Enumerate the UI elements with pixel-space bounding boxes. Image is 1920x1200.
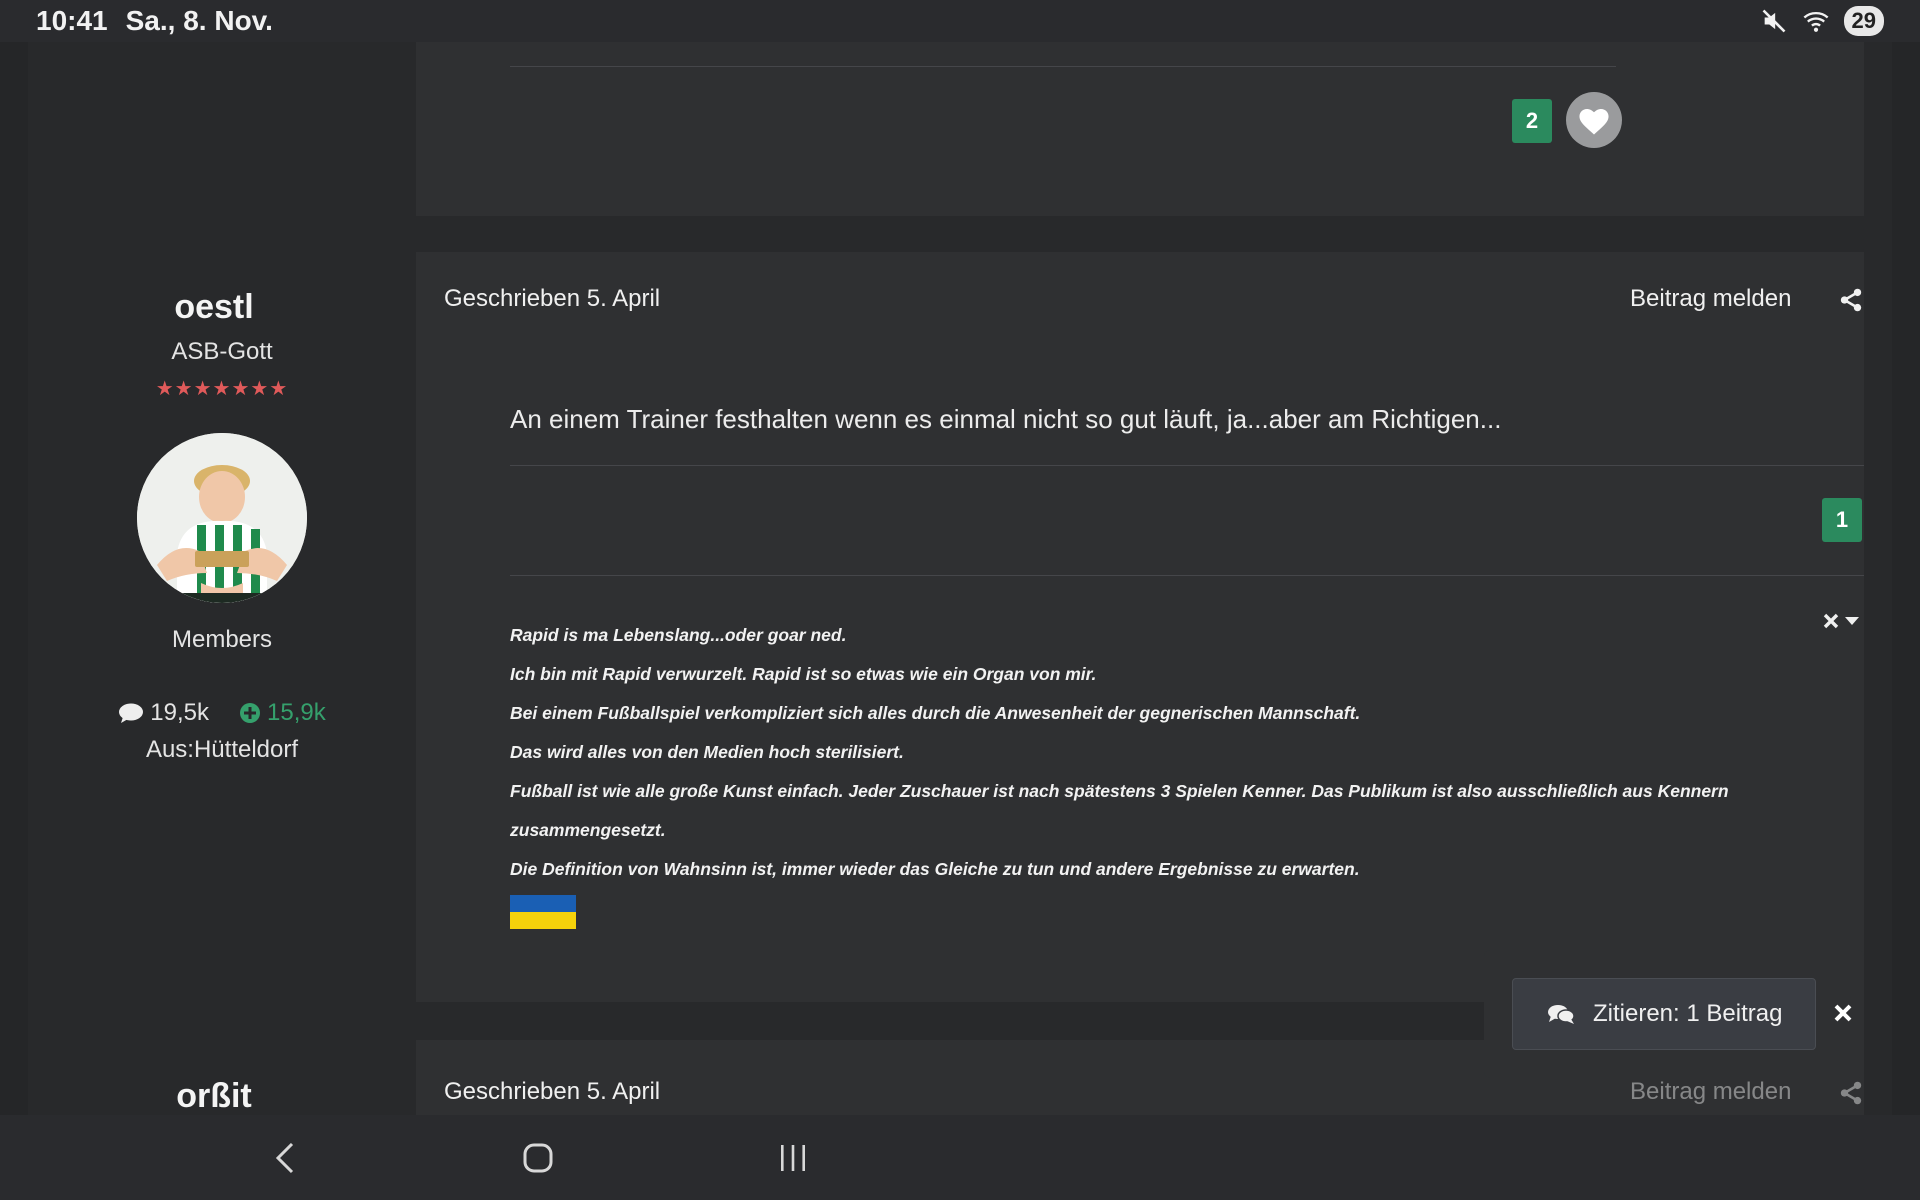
post-content: An einem Trainer festhalten wenn es einm… (510, 404, 1502, 434)
status-icons: 29 (1760, 6, 1884, 36)
author-location-wrap: Aus:Hütteldorf (28, 736, 416, 764)
signature-line: Das wird alles von den Medien hoch steri… (510, 742, 904, 762)
close-icon[interactable] (1832, 1002, 1854, 1024)
post-date[interactable]: Geschrieben 5. April (444, 285, 660, 313)
share-icon[interactable] (1838, 1080, 1864, 1106)
author-rank-wrap: ASB-Gott (28, 338, 416, 366)
author-group: Members (171, 626, 273, 653)
signature-line: zusammengesetzt. (510, 820, 666, 840)
signature-line: Fußball ist wie alle große Kunst einfach… (510, 781, 1729, 801)
report-post-link[interactable]: Beitrag melden (1630, 285, 1791, 313)
back-button[interactable] (260, 1133, 310, 1183)
author-group-wrap: Members (28, 626, 416, 654)
next-post-author: orßit (28, 1077, 416, 1115)
home-icon (523, 1143, 553, 1173)
posts-count-wrap: 19,5k (118, 699, 209, 727)
mute-icon (1762, 9, 1785, 33)
ukraine-flag (510, 895, 576, 929)
like-button[interactable] (1566, 92, 1622, 148)
share-icon[interactable] (1838, 287, 1864, 313)
wifi-icon (1803, 11, 1828, 32)
recents-button[interactable] (768, 1133, 818, 1183)
reputation-wrap: 15,9k (239, 699, 326, 727)
comments-icon (1548, 1005, 1575, 1024)
home-button[interactable] (513, 1133, 563, 1183)
author-name[interactable]: orßit (28, 1077, 416, 1115)
divider (510, 66, 1616, 67)
reaction-count-badge[interactable]: 1 (1822, 498, 1862, 542)
avatar-wrap (28, 433, 416, 603)
post-date[interactable]: Geschrieben 5. April (444, 1078, 660, 1106)
author-name[interactable]: oestl (28, 288, 416, 327)
signature-line: Bei einem Fußballspiel verkompliziert si… (510, 703, 1361, 723)
comment-icon (119, 703, 144, 723)
signature-line: Rapid is ma Lebenslang...oder goar ned. (510, 625, 847, 645)
previous-post: 2 (416, 42, 1864, 216)
posts-count: 19,5k (150, 699, 209, 726)
author-rank: ASB-Gott (171, 338, 273, 365)
divider (510, 465, 1864, 466)
back-icon (275, 1142, 294, 1174)
author-stats: 19,5k 15,9k (28, 699, 416, 727)
status-date: Sa., 8. Nov. (125, 5, 273, 36)
navigation-bar (0, 1115, 1920, 1200)
author-stars-wrap: ★★★★★★★ (28, 376, 416, 401)
battery-icon: 29 (1843, 6, 1884, 36)
quote-posts-button[interactable]: Zitieren: 1 Beitrag (1512, 978, 1816, 1050)
heart-icon (1579, 108, 1609, 135)
avatar-image (137, 433, 307, 603)
rank-stars: ★★★★★★★ (155, 378, 289, 400)
quote-label: Zitieren: 1 Beitrag (1593, 1000, 1783, 1027)
divider (510, 575, 1864, 576)
post-author: oestl (28, 288, 416, 327)
status-bar: 10:41 Sa., 8. Nov. 29 (0, 0, 1920, 42)
status-time: 10:41 (36, 5, 108, 36)
avatar[interactable] (137, 433, 307, 603)
reaction-count-badge[interactable]: 2 (1512, 99, 1552, 143)
post-signature: Rapid is ma Lebenslang...oder goar ned. … (510, 616, 1870, 889)
recents-icon (781, 1145, 805, 1171)
quote-popup: Zitieren: 1 Beitrag (1484, 950, 1864, 1078)
signature-line: Die Definition von Wahnsinn ist, immer w… (510, 859, 1360, 879)
reputation-count: 15,9k (267, 699, 326, 726)
signature-line: Ich bin mit Rapid verwurzelt. Rapid ist … (510, 664, 1097, 684)
author-location: Aus:Hütteldorf (145, 736, 299, 763)
report-post-link[interactable]: Beitrag melden (1630, 1078, 1791, 1106)
plus-circle-icon (240, 703, 260, 723)
